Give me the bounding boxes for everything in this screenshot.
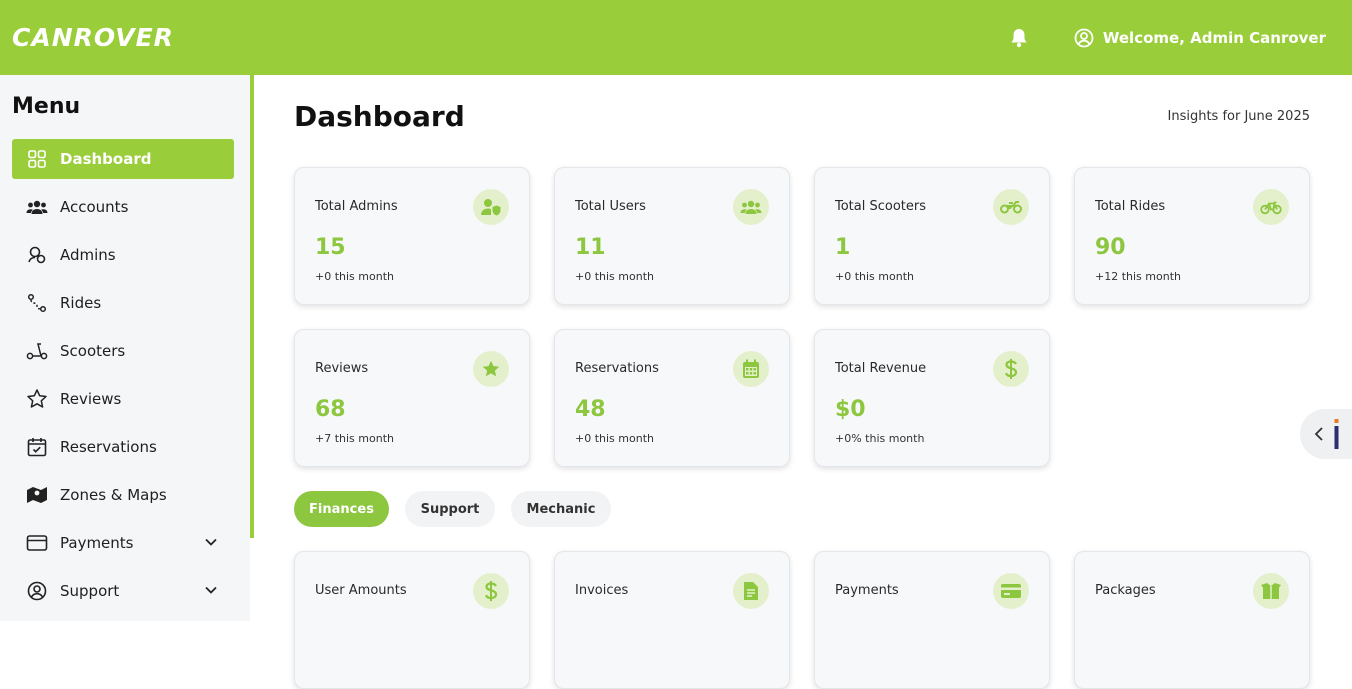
stat-change: +0 this month (575, 270, 654, 283)
route-icon (26, 292, 48, 314)
admin-shield-icon (473, 189, 509, 225)
stat-label: Total Scooters (835, 199, 927, 214)
card-label: Packages (1095, 583, 1156, 598)
sidebar-item-support[interactable]: Support (12, 571, 234, 611)
user-circle-icon (1074, 28, 1094, 48)
stat-change: +12 this month (1095, 270, 1181, 283)
card-icon (26, 532, 48, 554)
sidebar-item-label: Scooters (60, 342, 126, 360)
finance-card-packages[interactable]: Packages (1074, 551, 1310, 689)
stat-label: Total Admins (315, 199, 398, 214)
sidebar-item-accounts[interactable]: Accounts (12, 187, 234, 227)
motorcycle-icon (993, 189, 1029, 225)
stat-card-total-rides[interactable]: Total Rides 90 +12 this month (1074, 167, 1310, 305)
package-icon (1253, 573, 1289, 609)
card-label: Invoices (575, 583, 629, 598)
chevron-left-icon (1312, 425, 1326, 443)
tab-mechanic[interactable]: Mechanic (511, 491, 611, 527)
stat-card-total-revenue[interactable]: Total Revenue $0 +0% this month (814, 329, 1050, 467)
stat-value: 11 (575, 235, 606, 260)
stat-change: +0% this month (835, 432, 925, 445)
page-title: Dashboard (294, 100, 465, 133)
calendar-check-icon (26, 436, 48, 458)
card-label: User Amounts (315, 583, 407, 598)
sidebar-item-label: Admins (60, 246, 116, 264)
chevron-down-icon[interactable] (204, 583, 218, 597)
sidebar-item-scooters[interactable]: Scooters (12, 331, 234, 371)
stat-label: Reservations (575, 361, 659, 376)
map-icon (26, 484, 48, 506)
bell-icon[interactable] (1008, 27, 1030, 49)
stat-label: Total Users (575, 199, 646, 214)
grid-icon (26, 148, 48, 170)
insights-period: Insights for June 2025 (1167, 109, 1311, 124)
stat-value: 90 (1095, 235, 1126, 260)
star-icon (26, 388, 48, 410)
stat-card-reviews[interactable]: Reviews 68 +7 this month (294, 329, 530, 467)
card-label: Payments (835, 583, 899, 598)
sidebar-item-label: Dashboard (60, 150, 152, 168)
admin-icon (26, 244, 48, 266)
sidebar-item-label: Zones & Maps (60, 486, 167, 504)
stat-card-reservations[interactable]: Reservations 48 +0 this month (554, 329, 790, 467)
sidebar-item-zones-maps[interactable]: Zones & Maps (12, 475, 234, 515)
welcome-text: Welcome, Admin Canrover (1102, 28, 1326, 47)
stat-change: +0 this month (575, 432, 654, 445)
sidebar-item-label: Accounts (60, 198, 129, 216)
scooter-icon (26, 340, 48, 362)
star-icon (473, 351, 509, 387)
invoice-icon (733, 573, 769, 609)
sidebar-item-label: Support (60, 582, 120, 600)
bicycle-icon (1253, 189, 1289, 225)
sidebar-item-reviews[interactable]: Reviews (12, 379, 234, 419)
support-icon (26, 580, 48, 602)
stat-value: 1 (835, 235, 851, 260)
tab-support[interactable]: Support (405, 491, 495, 527)
sidebar-item-payments[interactable]: Payments (12, 523, 234, 563)
stat-label: Reviews (315, 361, 369, 376)
stat-change: +7 this month (315, 432, 394, 445)
stat-value: 48 (575, 397, 606, 422)
credit-card-icon (993, 573, 1029, 609)
logo[interactable]: CANROVER (12, 23, 174, 52)
stat-change: +0 this month (315, 270, 394, 283)
user-menu[interactable]: Welcome, Admin Canrover (1074, 28, 1326, 48)
stat-label: Total Revenue (835, 361, 927, 376)
sidebar-item-reservations[interactable]: Reservations (12, 427, 234, 467)
dollar-icon (473, 573, 509, 609)
top-bar: CANROVER Welcome, Admin Canrover (0, 0, 1352, 75)
dollar-icon (993, 351, 1029, 387)
sidebar-item-label: Reviews (60, 390, 122, 408)
stat-change: +0 this month (835, 270, 914, 283)
sidebar-item-label: Rides (60, 294, 102, 312)
sidebar-divider (250, 75, 254, 538)
sidebar-item-rides[interactable]: Rides (12, 283, 234, 323)
stat-card-total-users[interactable]: Total Users 11 +0 this month (554, 167, 790, 305)
sidebar: Menu Dashboard Accounts Admins Rides Sco… (0, 75, 250, 621)
menu-title: Menu (12, 94, 81, 119)
sidebar-item-admins[interactable]: Admins (12, 235, 234, 275)
sidebar-item-dashboard[interactable]: Dashboard (12, 139, 234, 179)
calendar-icon (733, 351, 769, 387)
stat-label: Total Rides (1095, 199, 1166, 214)
stat-value: 15 (315, 235, 346, 260)
info-icon (1334, 419, 1339, 449)
tab-finances[interactable]: Finances (294, 491, 389, 527)
sidebar-item-label: Payments (60, 534, 134, 552)
side-panel-toggle[interactable] (1300, 409, 1352, 459)
sidebar-item-label: Reservations (60, 438, 157, 456)
users-icon (26, 196, 48, 218)
finance-card-user-amounts[interactable]: User Amounts (294, 551, 530, 689)
finance-card-payments[interactable]: Payments (814, 551, 1050, 689)
stat-card-total-scooters[interactable]: Total Scooters 1 +0 this month (814, 167, 1050, 305)
users-icon (733, 189, 769, 225)
stat-card-total-admins[interactable]: Total Admins 15 +0 this month (294, 167, 530, 305)
stat-value: $0 (835, 397, 866, 422)
finance-card-invoices[interactable]: Invoices (554, 551, 790, 689)
stat-value: 68 (315, 397, 346, 422)
chevron-down-icon[interactable] (204, 535, 218, 549)
